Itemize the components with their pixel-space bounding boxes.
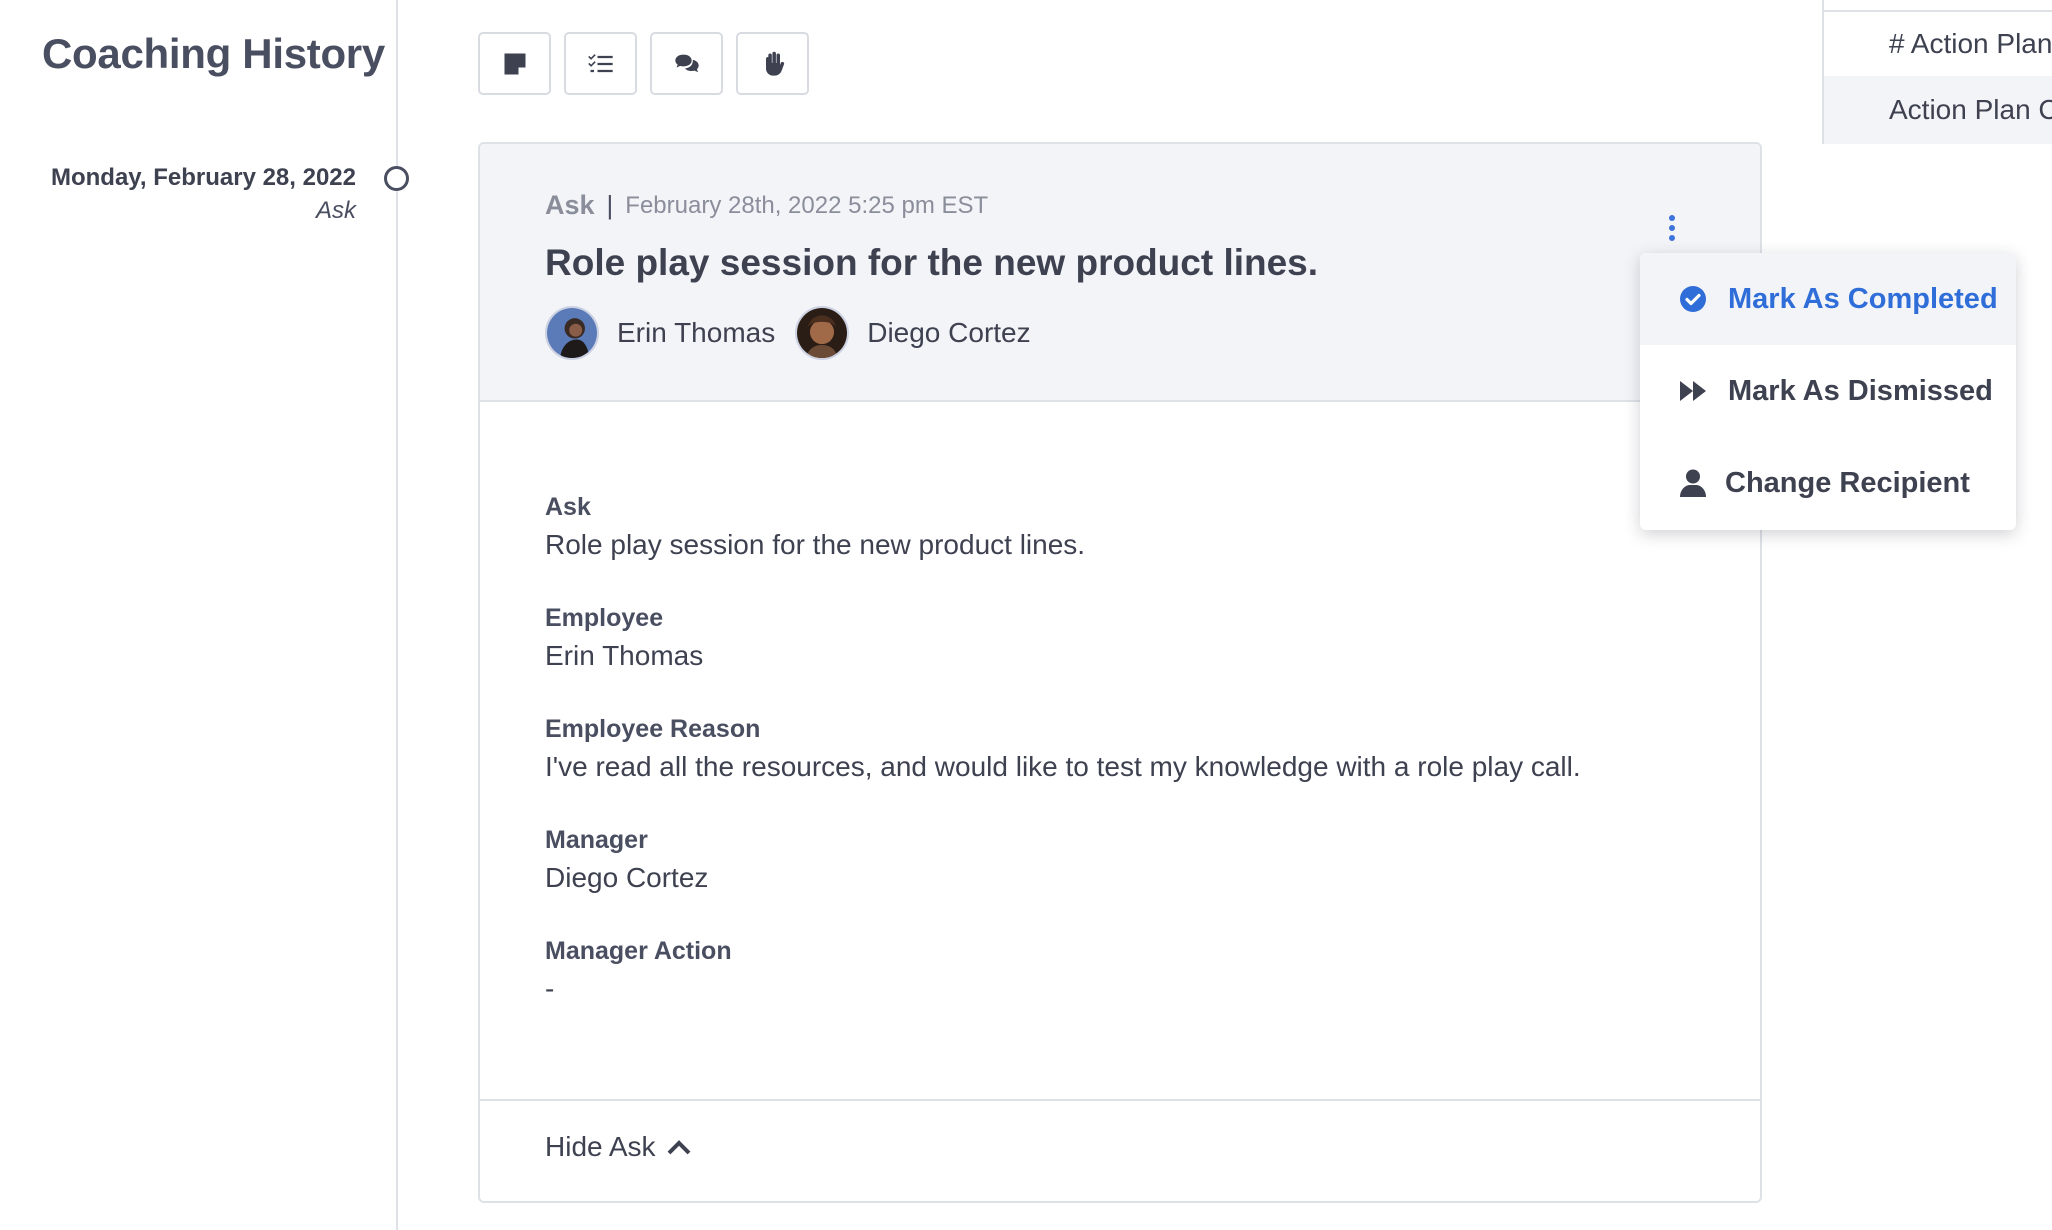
card-footer: Hide Ask (480, 1099, 1760, 1201)
field-label: Ask (545, 493, 591, 521)
meta-separator: | (606, 190, 614, 220)
field-manager-action: Manager Action - (545, 934, 1725, 1010)
add-note-button[interactable] (478, 32, 551, 95)
page-title: Coaching History (42, 30, 385, 77)
comments-icon (674, 54, 699, 72)
field-manager: Manager Diego Cortez (545, 823, 1725, 899)
hide-ask-label: Hide Ask (545, 1131, 656, 1162)
add-conversation-button[interactable] (650, 32, 723, 95)
card-type: Ask (545, 190, 595, 220)
card-title: Role play session for the new product li… (545, 242, 1319, 283)
avatar (795, 306, 850, 360)
field-employee: Employee Erin Thomas (545, 601, 1725, 677)
field-value: Diego Cortez (545, 862, 709, 893)
change-recipient-menu-item[interactable]: Change Recipient (1640, 437, 2016, 529)
check-circle-icon (1680, 286, 1706, 312)
toolbar (478, 32, 809, 95)
field-label: Employee (545, 604, 664, 632)
checklist-icon (587, 53, 613, 72)
timeline-entry-date[interactable]: Monday, February 28, 2022 (51, 164, 356, 192)
menu-item-label: Change Recipient (1725, 466, 1970, 499)
kebab-dot (1669, 215, 1675, 221)
kebab-dot (1669, 225, 1675, 231)
action-plans-count[interactable]: # Action Plans (1824, 10, 2052, 76)
mark-dismissed-menu-item[interactable]: Mark As Dismissed (1640, 345, 2016, 437)
ask-card: Ask | February 28th, 2022 5:25 pm EST Ro… (478, 142, 1762, 1203)
chevron-up-icon (667, 1140, 690, 1155)
participant-employee[interactable]: Erin Thomas (545, 306, 775, 360)
action-plans-panel: # Action Plans Action Plan C (1822, 0, 2052, 144)
mark-completed-menu-item[interactable]: Mark As Completed (1640, 253, 2016, 345)
field-label: Employee Reason (545, 715, 761, 743)
timeline-dot (384, 166, 409, 191)
field-value: I've read all the resources, and would l… (545, 751, 1581, 782)
card-timestamp: February 28th, 2022 5:25 pm EST (625, 191, 989, 219)
participant-name: Diego Cortez (867, 317, 1031, 348)
participants: Erin Thomas Diego Cortez (545, 306, 1031, 360)
add-task-button[interactable] (564, 32, 637, 95)
timeline-entry-type: Ask (315, 197, 356, 224)
field-value: Erin Thomas (545, 640, 704, 671)
note-icon (504, 53, 525, 74)
field-label: Manager (545, 826, 648, 854)
card-meta: Ask | February 28th, 2022 5:25 pm EST (545, 190, 988, 221)
raised-hand-icon (765, 51, 784, 76)
field-label: Manager Action (545, 937, 732, 965)
card-details: Ask Role play session for the new produc… (545, 490, 1725, 1045)
user-icon (1680, 469, 1706, 497)
field-employee-reason: Employee Reason I've read all the resour… (545, 712, 1725, 788)
kebab-dot (1669, 235, 1675, 241)
fast-forward-icon (1680, 381, 1706, 401)
hide-ask-button[interactable]: Hide Ask (545, 1131, 692, 1163)
participant-manager[interactable]: Diego Cortez (795, 306, 1031, 360)
menu-item-label: Mark As Completed (1728, 282, 1998, 315)
more-options-button[interactable] (1660, 208, 1684, 248)
field-value: Role play session for the new product li… (545, 529, 1086, 560)
field-ask: Ask Role play session for the new produc… (545, 490, 1725, 566)
add-ask-button[interactable] (736, 32, 809, 95)
participant-name: Erin Thomas (617, 317, 776, 348)
field-value: - (545, 973, 555, 1004)
avatar (545, 306, 599, 360)
menu-item-label: Mark As Dismissed (1728, 374, 1993, 407)
options-menu: Mark As Completed Mark As Dismissed Chan… (1640, 253, 2016, 530)
card-header: Ask | February 28th, 2022 5:25 pm EST Ro… (480, 144, 1760, 402)
action-plan-item[interactable]: Action Plan C (1824, 76, 2052, 144)
